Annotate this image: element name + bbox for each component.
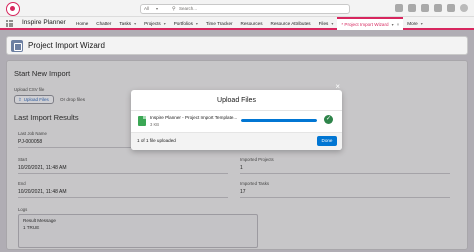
app-name: Inspire Planner: [22, 19, 66, 26]
nav-item[interactable]: Tasks ▾: [115, 17, 140, 30]
imported-tasks-label: Imported Tasks: [240, 181, 270, 186]
wizard-icon: [11, 40, 23, 52]
last-job-value: PJ-000058: [18, 139, 43, 145]
done-button[interactable]: Done: [317, 136, 337, 146]
tab-project-import-wizard[interactable]: * Project Import Wizard ▾ ×: [337, 17, 404, 30]
page-title: Project Import Wizard: [28, 41, 105, 50]
divider: [18, 173, 228, 174]
nav-item[interactable]: Files ▾: [315, 17, 338, 30]
end-value: 10/20/2021, 11:48 AM: [18, 189, 67, 195]
chevron-down-icon[interactable]: ▾: [134, 21, 136, 26]
imported-tasks-value: 17: [240, 189, 246, 195]
avatar[interactable]: [460, 4, 468, 12]
chevron-down-icon: ▾: [156, 6, 159, 11]
notifications-icon[interactable]: [447, 4, 455, 12]
nav-item-label: Time Tracker: [205, 21, 233, 26]
chevron-down-icon: ▾: [420, 21, 423, 26]
nav-items: Home Chatter Tasks ▾ Projects ▾ Portfolios ▾ Tim…: [72, 17, 427, 30]
upload-icon: ⇪: [18, 97, 22, 102]
header-utility-icons: [395, 4, 468, 12]
nav-item-label: Resource Attributes: [270, 21, 311, 26]
success-check-icon: ✓: [324, 115, 333, 124]
last-job-label: Last Job Name: [18, 131, 47, 136]
setup-icon[interactable]: [421, 4, 429, 12]
upload-label: Upload CSV file: [14, 87, 45, 92]
file-name: Inspire Planner - Project Import Templat…: [150, 115, 238, 120]
log-row: 1 TRUE: [23, 225, 40, 230]
nav-more[interactable]: More ▾: [403, 17, 426, 30]
imported-projects-label: Imported Projects: [240, 157, 274, 162]
divider: [240, 173, 450, 174]
nav-item-label: Tasks: [119, 21, 132, 26]
favorites-icon[interactable]: [395, 4, 403, 12]
start-value: 10/20/2021, 11:48 AM: [18, 165, 67, 171]
divider: [240, 197, 450, 198]
chevron-down-icon[interactable]: ▾: [164, 21, 166, 26]
page-header: Project Import Wizard: [6, 36, 468, 55]
nav-item-label: Projects: [144, 21, 161, 26]
file-size: 3 KB: [150, 122, 160, 127]
search-placeholder: Search...: [179, 6, 198, 11]
close-tab-icon[interactable]: ×: [397, 22, 400, 27]
app-launcher-icon[interactable]: [6, 20, 13, 27]
upload-progress-bar: [241, 119, 317, 122]
nav-item[interactable]: Home: [72, 17, 92, 30]
modal-title: Upload Files: [217, 97, 256, 104]
last-import-heading: Last Import Results: [14, 113, 79, 122]
spreadsheet-file-icon: [138, 116, 146, 126]
help-icon[interactable]: [434, 4, 442, 12]
search-scope[interactable]: All: [144, 5, 149, 13]
nav-item[interactable]: Resources: [237, 17, 267, 30]
chevron-down-icon[interactable]: ▾: [331, 21, 333, 26]
nav-item-label: Chatter: [96, 21, 112, 26]
chevron-down-icon[interactable]: ▾: [392, 22, 394, 27]
end-label: End: [18, 181, 26, 186]
nav-item[interactable]: Resource Attributes: [267, 17, 315, 30]
nav-more-label: More: [407, 21, 418, 26]
nav-item[interactable]: Time Tracker: [202, 17, 237, 30]
upload-progress-fill: [241, 119, 317, 122]
logs-box[interactable]: Result Message 1 TRUE: [18, 214, 258, 248]
nav-item-label: Portfolios: [173, 21, 193, 26]
close-icon[interactable]: ×: [335, 82, 340, 91]
app-logo-icon[interactable]: [6, 2, 20, 16]
imported-projects-value: 1: [240, 165, 243, 171]
modal-divider: [131, 110, 342, 111]
modal-footer: 1 of 1 file uploaded Done: [131, 132, 342, 150]
drop-files-text: Or drop files: [60, 97, 86, 102]
tab-label: * Project Import Wizard: [341, 22, 389, 27]
upload-files-modal: × Upload Files Inspire Planner - Project…: [131, 82, 342, 150]
nav-item[interactable]: Chatter: [92, 17, 115, 30]
start-label: Start: [18, 157, 28, 162]
upload-files-button[interactable]: ⇪ Upload Files: [14, 95, 54, 104]
nav-item[interactable]: Projects ▾: [140, 17, 170, 30]
start-import-heading: Start New Import: [14, 69, 71, 78]
nav-item-label: Files: [318, 21, 329, 26]
upload-files-label: Upload Files: [23, 97, 49, 102]
nav-item-label: Resources: [240, 21, 263, 26]
log-header: Result Message: [23, 218, 56, 223]
global-header: All ▾ ⚲ Search...: [0, 0, 474, 17]
app-navbar: Inspire Planner Home Chatter Tasks ▾ Project…: [0, 17, 474, 30]
add-icon[interactable]: [408, 4, 416, 12]
upload-status: 1 of 1 file uploaded: [137, 138, 176, 143]
nav-item-label: Home: [76, 21, 89, 26]
global-search[interactable]: All ▾ ⚲ Search...: [140, 4, 350, 14]
nav-item[interactable]: Portfolios ▾: [170, 17, 202, 30]
logs-label: Logs: [18, 207, 28, 212]
search-icon: ⚲: [172, 6, 176, 12]
chevron-down-icon[interactable]: ▾: [196, 21, 198, 26]
divider: [18, 197, 228, 198]
